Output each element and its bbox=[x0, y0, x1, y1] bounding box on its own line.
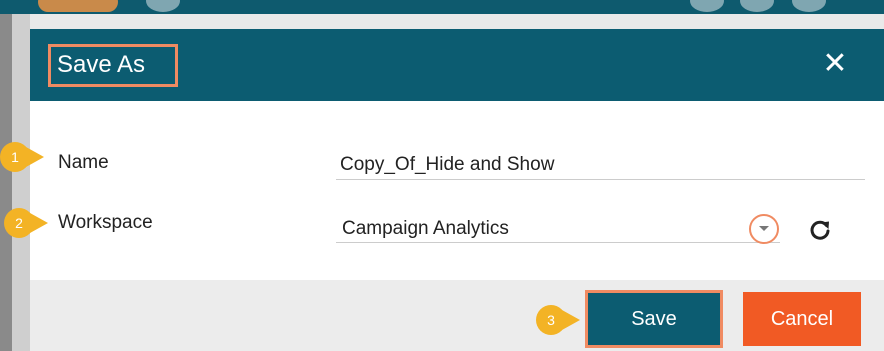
cancel-button[interactable]: Cancel bbox=[743, 292, 861, 346]
name-input-underline bbox=[336, 179, 865, 180]
step-marker-number: 3 bbox=[547, 312, 555, 328]
step-marker-1: 1 bbox=[0, 142, 46, 172]
name-label: Name bbox=[58, 152, 109, 173]
name-input[interactable]: Copy_Of_Hide and Show bbox=[340, 153, 554, 177]
background-app-panel bbox=[12, 14, 30, 351]
step-marker-number: 1 bbox=[11, 149, 19, 165]
step-marker-3: 3 bbox=[536, 305, 582, 335]
save-as-dialog: Save As ✕ Name Copy_Of_Hide and Show Wor… bbox=[30, 29, 884, 351]
refresh-icon[interactable] bbox=[807, 217, 833, 243]
step-marker-2: 2 bbox=[4, 208, 50, 238]
chevron-down-icon[interactable] bbox=[749, 214, 779, 244]
background-app-button bbox=[38, 0, 118, 12]
background-app-sidebar bbox=[0, 14, 12, 351]
workspace-select[interactable]: Campaign Analytics bbox=[342, 217, 509, 241]
workspace-label: Workspace bbox=[58, 212, 153, 233]
close-icon[interactable]: ✕ bbox=[820, 49, 850, 79]
dialog-header: Save As ✕ bbox=[30, 29, 884, 101]
dialog-title: Save As bbox=[57, 51, 146, 78]
save-button[interactable]: Save bbox=[585, 290, 723, 348]
step-marker-number: 2 bbox=[15, 215, 23, 231]
workspace-select-underline bbox=[336, 242, 780, 243]
screen: Save As ✕ Name Copy_Of_Hide and Show Wor… bbox=[0, 0, 884, 351]
